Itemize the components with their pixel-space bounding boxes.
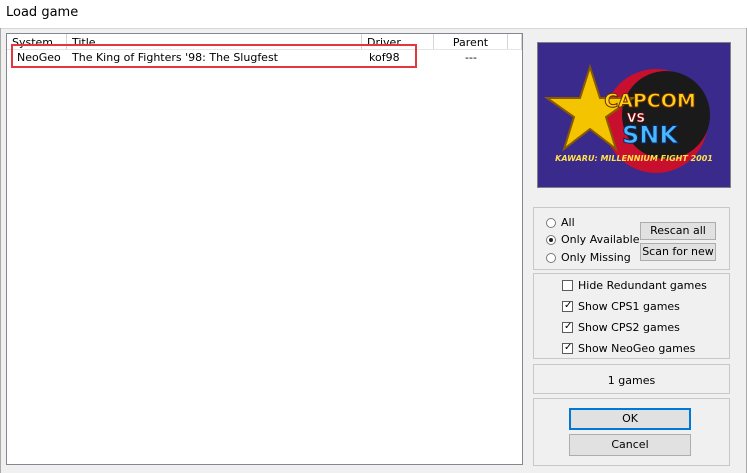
show-cps1-box: ✓ bbox=[562, 300, 573, 312]
availability-filter-group: All Only Available Only Missing Rescan a… bbox=[533, 207, 730, 270]
hide-redundant-box bbox=[562, 280, 573, 291]
game-count-group: 1 games bbox=[533, 364, 730, 394]
show-cps1-label: Show CPS1 games bbox=[578, 300, 680, 313]
logo-subtitle: KAWARU: MILLENNIUM FIGHT 2001 bbox=[555, 154, 713, 163]
ok-button[interactable]: OK bbox=[569, 408, 691, 430]
selection-highlight bbox=[11, 44, 417, 68]
dialog-buttons-group: OK Cancel bbox=[533, 398, 730, 466]
show-cps2-label: Show CPS2 games bbox=[578, 321, 680, 334]
window-title: Load game bbox=[6, 5, 79, 20]
logo-capcom: CAPCOM bbox=[604, 90, 696, 112]
radio-only-available-indicator bbox=[546, 235, 556, 245]
radio-only-missing-label: Only Missing bbox=[561, 251, 631, 264]
cell-parent: --- bbox=[465, 51, 477, 64]
window-border-left bbox=[0, 28, 1, 473]
radio-only-missing-indicator bbox=[546, 253, 556, 263]
column-header-spacer bbox=[508, 34, 522, 49]
check-icon: ✓ bbox=[564, 342, 573, 353]
system-options-group: Hide Redundant games ✓ Show CPS1 games ✓… bbox=[533, 273, 730, 359]
radio-all-label: All bbox=[561, 216, 575, 229]
radio-only-available-label: Only Available bbox=[561, 233, 640, 246]
cancel-button[interactable]: Cancel bbox=[569, 434, 691, 456]
show-neogeo-box: ✓ bbox=[562, 342, 573, 354]
game-count-text: 1 games bbox=[607, 374, 656, 387]
show-neogeo-label: Show NeoGeo games bbox=[578, 342, 696, 355]
game-preview-image: CAPCOM VS SNK KAWARU: MILLENNIUM FIGHT 2… bbox=[537, 42, 731, 188]
logo-snk: SNK bbox=[622, 121, 679, 149]
radio-all-indicator bbox=[546, 218, 556, 228]
check-icon: ✓ bbox=[564, 321, 573, 332]
check-icon: ✓ bbox=[564, 300, 573, 311]
show-cps2-box: ✓ bbox=[562, 321, 573, 333]
game-list[interactable]: System Title Driver Parent NeoGeo The Ki… bbox=[6, 33, 523, 465]
column-header-parent[interactable]: Parent bbox=[434, 34, 508, 49]
title-bar: Load game bbox=[0, 0, 747, 29]
rescan-all-button[interactable]: Rescan all bbox=[640, 222, 716, 240]
hide-redundant-label: Hide Redundant games bbox=[578, 279, 707, 292]
scan-for-new-button[interactable]: Scan for new bbox=[640, 243, 716, 261]
